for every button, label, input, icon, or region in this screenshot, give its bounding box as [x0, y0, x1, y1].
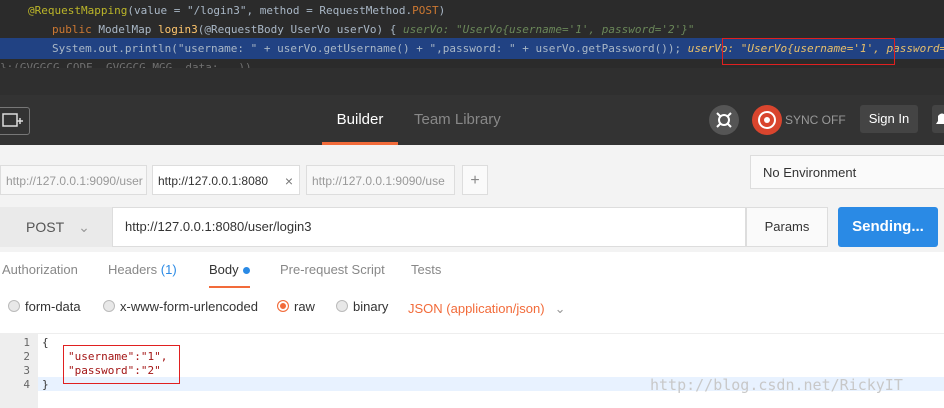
tab-label: Headers [108, 262, 158, 277]
code-text: (value = "/login3", method = RequestMeth… [127, 4, 413, 17]
sign-in-button[interactable]: Sign In [860, 105, 918, 133]
chevron-down-icon: ⌄ [78, 219, 90, 235]
code-text: ModelMap [91, 23, 158, 36]
request-tab-label: http://127.0.0.1:8080 [158, 174, 269, 188]
request-subtabs: Authorization Headers (1) Body Pre-reque… [0, 252, 944, 290]
request-tab-label: http://127.0.0.1:9090/use [312, 174, 445, 188]
radio-binary[interactable] [336, 300, 348, 312]
notifications-button[interactable] [932, 105, 944, 133]
sync-status: SYNC OFF [785, 113, 846, 127]
code-line-1: @RequestMapping(value = "/login3", metho… [0, 0, 944, 21]
line-number: 4 [23, 378, 30, 391]
radio-urlencoded[interactable] [103, 300, 115, 312]
app-header: Builder Team Library SYNC OFF Sign In [0, 95, 944, 145]
headers-count: (1) [160, 262, 177, 277]
new-window-icon [2, 113, 23, 127]
bell-icon [936, 113, 944, 124]
tab-tests[interactable]: Tests [411, 252, 441, 288]
code-text: (@RequestBody UserVo userVo) { [197, 23, 397, 36]
code-text: System.out.println("username: " + userVo… [52, 42, 682, 55]
satellite-icon [716, 112, 732, 128]
code-line: { [42, 336, 49, 349]
tab-team-library[interactable]: Team Library [414, 95, 501, 145]
interceptor-button[interactable] [709, 105, 739, 135]
url-input[interactable]: http://127.0.0.1:8080/user/login3 [112, 207, 746, 247]
method-select[interactable]: POST ⌄ [0, 207, 112, 247]
line-number: 3 [23, 364, 30, 377]
radio-label: binary [353, 299, 389, 314]
method-label: POST [26, 219, 65, 235]
ide-bottom-bar [0, 68, 944, 95]
tab-builder[interactable]: Builder [322, 95, 398, 145]
highlight-box [63, 345, 180, 384]
code-function: login3 [157, 23, 198, 36]
new-button[interactable] [0, 107, 30, 135]
watermark: http://blog.csdn.net/RickyIT [650, 376, 903, 394]
line-number: 1 [23, 336, 30, 349]
radio-form-data[interactable] [8, 300, 20, 312]
request-tabs-bar: http://127.0.0.1:9090/user http://127.0.… [0, 145, 944, 205]
body-mode-row: form-data x-www-form-urlencoded raw bina… [0, 289, 944, 334]
annotation-text: @RequestMapping [28, 4, 128, 17]
send-button[interactable]: Sending... [838, 207, 938, 247]
code-enum: POST [412, 4, 439, 17]
request-tab-label: http://127.0.0.1:9090/user [6, 174, 143, 188]
line-number: 2 [23, 350, 30, 363]
request-url-bar: POST ⌄ http://127.0.0.1:8080/user/login3 … [0, 205, 944, 252]
request-tab[interactable]: http://127.0.0.1:9090/user [0, 165, 147, 195]
add-tab-button[interactable]: + [462, 165, 488, 195]
debug-hint: userVo: "UserVo{username='1', password='… [396, 23, 695, 36]
radio-label: x-www-form-urlencoded [120, 299, 258, 314]
tab-body[interactable]: Body [209, 252, 250, 288]
code-text: ) [438, 4, 446, 17]
tab-authorization[interactable]: Authorization [2, 252, 78, 288]
tab-label: Body [209, 262, 239, 277]
request-tab[interactable]: http://127.0.0.1:9090/use [306, 165, 455, 195]
radio-raw[interactable] [277, 300, 289, 312]
code-line: } [42, 378, 49, 391]
chevron-down-icon: ⌄ [554, 301, 566, 316]
modified-dot-icon [242, 267, 250, 275]
tab-label: Authorization [2, 262, 78, 277]
sync-button[interactable] [752, 105, 782, 135]
tab-label: Tests [411, 262, 442, 277]
tab-pre-request-script[interactable]: Pre-request Script [280, 252, 385, 288]
body-editor[interactable]: 1 2 3 4 { "username":"1", "password":"2"… [0, 334, 944, 408]
sync-icon [758, 111, 776, 129]
highlight-box [722, 38, 895, 65]
content-type-select[interactable]: JSON (application/json) ⌄ [408, 301, 565, 317]
close-tab-icon[interactable]: × [285, 166, 293, 194]
tab-label: Pre-request Script [280, 262, 385, 277]
request-tab-active[interactable]: http://127.0.0.1:8080 × [152, 165, 300, 195]
code-line-2: public ModelMap login3(@RequestBody User… [0, 19, 944, 40]
code-keyword: public [52, 23, 92, 36]
radio-label: raw [294, 299, 315, 314]
params-button[interactable]: Params [746, 207, 828, 247]
radio-label: form-data [25, 299, 81, 314]
tab-headers[interactable]: Headers (1) [108, 252, 177, 288]
environment-select[interactable]: No Environment [750, 155, 944, 189]
content-type-label: JSON (application/json) [408, 301, 545, 316]
